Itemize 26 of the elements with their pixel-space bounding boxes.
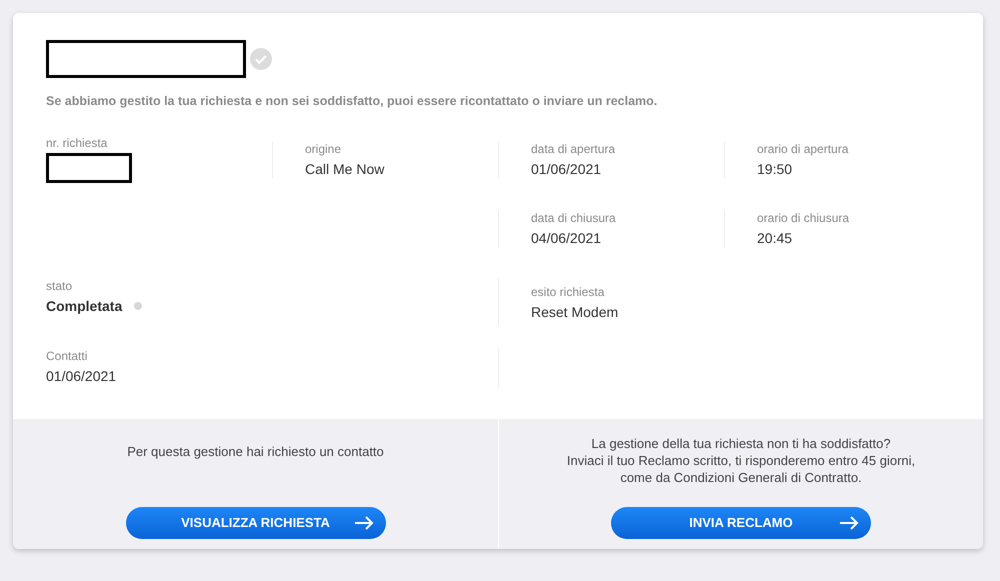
field-label: data di apertura: [531, 140, 616, 157]
info-message: Se abbiamo gestito la tua richiesta e non sei soddisfatto, puoi essere ricontattato o inviare un reclamo.: [46, 93, 658, 110]
action-text: Per questa gestione hai richiesto un contatto: [127, 443, 384, 460]
action-button[interactable]: VISUALIZZA RICHIESTA: [126, 507, 386, 539]
field-label: data di chiusura: [531, 210, 617, 226]
field-value: Reset Modem: [531, 302, 620, 322]
action-text: come da Condizioni Generali di Contratto.: [620, 469, 862, 486]
arrow-right-icon: [354, 516, 374, 530]
field-label: nr. richiesta: [46, 134, 108, 151]
action-text: Inviaci il tuo Reclamo scritto, ti risponderemo entro 45 giorni,: [566, 452, 916, 469]
field-value: 19:50: [757, 160, 794, 179]
field-label: orario di chiusura: [757, 210, 850, 226]
field-value: Completata: [46, 296, 122, 316]
arrow-right-icon: [839, 516, 859, 530]
field-label: esito richiesta: [531, 284, 606, 300]
field-label: orario di apertura: [757, 140, 850, 157]
field-label: stato: [46, 278, 74, 294]
action-text: La gestione della tua richiesta non ti ha soddisfatto?: [591, 435, 891, 452]
field-value: 01/06/2021: [46, 366, 118, 386]
field-value: 01/06/2021: [531, 160, 602, 179]
field-value: 20:45: [757, 228, 794, 248]
field-label: Contatti: [46, 348, 88, 364]
field-label: origine: [305, 140, 342, 157]
field-value: Call Me Now: [305, 160, 386, 179]
action-button[interactable]: INVIA RECLAMO: [611, 507, 871, 539]
field-value: 04/06/2021: [531, 228, 602, 248]
